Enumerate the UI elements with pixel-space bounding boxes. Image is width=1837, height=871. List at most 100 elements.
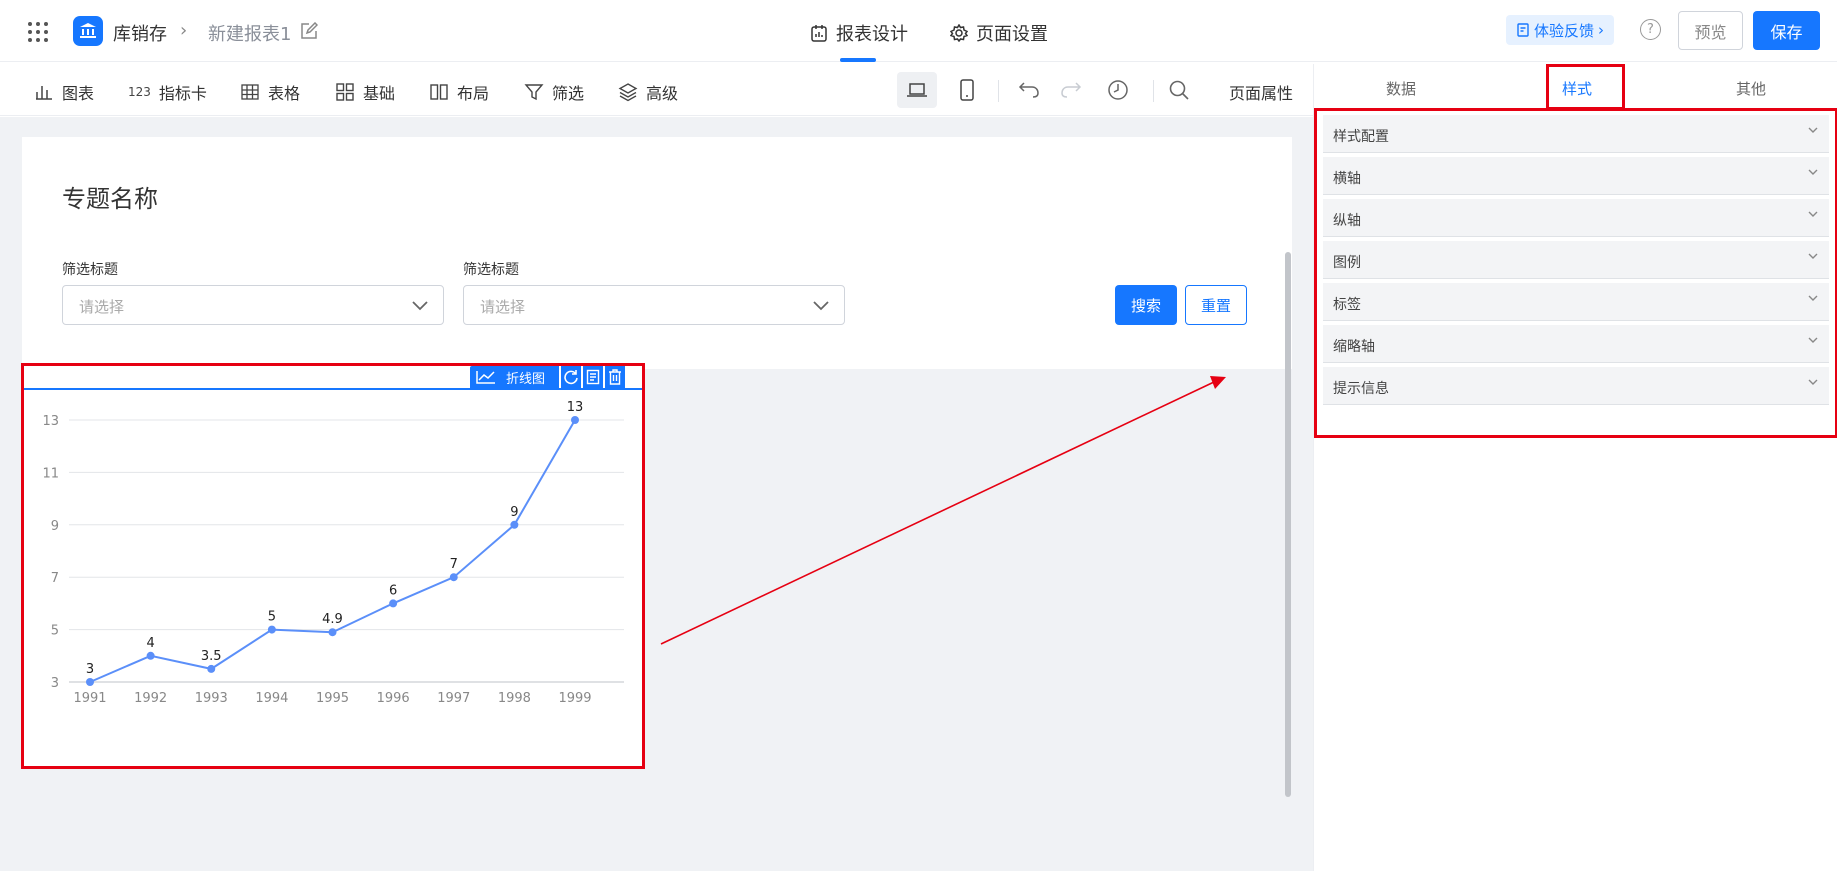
filter-select[interactable]: 请选择 <box>62 285 444 325</box>
data-point <box>389 599 398 608</box>
canvas-scrollbar[interactable] <box>1285 252 1291 797</box>
data-point <box>328 628 337 637</box>
reset-button[interactable]: 重置 <box>1185 285 1247 325</box>
bar-chart-icon <box>36 86 52 100</box>
x-tick-label: 1991 <box>73 691 106 706</box>
desktop-view-button[interactable] <box>897 72 937 108</box>
grid-blocks-icon <box>336 83 354 101</box>
data-point <box>207 664 216 673</box>
layers-icon <box>618 83 638 102</box>
filter-select[interactable]: 请选择 <box>463 285 845 325</box>
section-label: 横轴 <box>1333 171 1361 187</box>
chevron-right-icon: › <box>1598 21 1605 39</box>
bank-icon <box>73 16 103 46</box>
copy-icon[interactable] <box>583 366 604 388</box>
mobile-icon <box>960 79 974 101</box>
data-label: 3.5 <box>201 649 222 664</box>
style-section[interactable]: 图例 <box>1323 241 1829 279</box>
toolbar-table[interactable]: 表格 <box>240 80 300 104</box>
data-label: 4 <box>146 636 154 651</box>
report-name: 新建报表1 <box>208 24 292 45</box>
filter-title: 筛选标题 <box>463 262 519 278</box>
toolbar-kpi-card[interactable]: 123 指标卡 <box>128 80 207 104</box>
chevron-down-icon <box>1808 211 1818 217</box>
data-label: 4.9 <box>322 612 343 627</box>
refresh-icon[interactable] <box>561 366 582 388</box>
data-point <box>571 416 579 424</box>
panel-tab-other[interactable]: 其他 <box>1736 78 1766 99</box>
data-label: 9 <box>510 505 518 520</box>
preview-button[interactable]: 预览 <box>1678 11 1743 50</box>
select-placeholder: 请选择 <box>79 298 125 316</box>
style-section[interactable]: 提示信息 <box>1323 367 1829 405</box>
toolbar-chart[interactable]: 图表 <box>34 80 94 104</box>
toolbar-advanced[interactable]: 高级 <box>618 80 678 104</box>
chart-widget-toolbar: 折线图 <box>470 366 626 388</box>
chevron-down-icon <box>1808 253 1818 259</box>
x-tick-label: 1992 <box>134 691 167 706</box>
data-point <box>86 678 94 686</box>
data-point <box>510 520 519 529</box>
select-placeholder: 请选择 <box>480 298 526 316</box>
section-label: 图例 <box>1333 255 1361 271</box>
x-tick-label: 1997 <box>437 691 470 706</box>
app-name[interactable]: 库销存 <box>113 20 167 46</box>
data-label: 7 <box>450 557 458 572</box>
help-icon[interactable]: ? <box>1640 19 1661 40</box>
toolbar-label: 布局 <box>457 84 490 103</box>
panel-tab-data[interactable]: 数据 <box>1386 78 1416 99</box>
data-point <box>146 651 155 660</box>
filter-title: 筛选标题 <box>62 262 118 278</box>
search-icon[interactable] <box>1167 78 1191 102</box>
apps-grid-icon[interactable] <box>28 22 48 42</box>
delete-icon[interactable] <box>605 366 626 388</box>
search-button[interactable]: 搜索 <box>1115 285 1177 325</box>
toolbar-basic[interactable]: 基础 <box>335 80 395 104</box>
x-tick-label: 1993 <box>195 691 228 706</box>
undo-icon[interactable] <box>1017 78 1041 102</box>
chevron-down-icon <box>1808 379 1818 385</box>
style-section[interactable]: 缩略轴 <box>1323 325 1829 363</box>
section-label: 标签 <box>1333 297 1361 313</box>
toolbar-label: 基础 <box>363 84 396 103</box>
calendar-chart-icon <box>811 25 827 42</box>
feedback-icon <box>1517 23 1529 37</box>
toolbar-layout[interactable]: 布局 <box>429 80 489 104</box>
style-section[interactable]: 纵轴 <box>1323 199 1829 237</box>
chevron-down-icon <box>1808 337 1818 343</box>
history-clock-icon[interactable] <box>1106 78 1130 102</box>
x-tick-label: 1994 <box>255 691 288 706</box>
mobile-view-button[interactable] <box>947 72 987 108</box>
toolbar-filter[interactable]: 筛选 <box>524 80 584 104</box>
tab-label: 报表设计 <box>836 24 908 45</box>
series-line <box>89 419 576 683</box>
page-properties-button[interactable]: 页面属性 <box>1229 80 1293 104</box>
line-chart-widget[interactable]: 折线图 3 5 7 9 11 13 1991 1992 1993 1994 1995 1996 1997… <box>21 363 645 769</box>
data-label: 6 <box>389 583 397 598</box>
toolbar-label: 指标卡 <box>158 84 207 103</box>
breadcrumb-separator-icon: › <box>180 20 188 41</box>
chevron-down-icon <box>412 301 428 311</box>
section-label: 纵轴 <box>1333 213 1361 229</box>
section-label: 缩略轴 <box>1333 339 1375 355</box>
tab-report-design[interactable]: 报表设计 <box>810 20 908 62</box>
tab-page-settings[interactable]: 页面设置 <box>950 20 1048 46</box>
toolbar-divider <box>1153 80 1154 102</box>
property-panel: 数据 样式 其他 样式配置 横轴 纵轴 图例 标签 缩略轴 提示信息 <box>1313 64 1837 871</box>
laptop-icon <box>907 83 927 97</box>
style-section[interactable]: 样式配置 <box>1323 115 1829 153</box>
style-section[interactable]: 标签 <box>1323 283 1829 321</box>
style-section[interactable]: 横轴 <box>1323 157 1829 195</box>
chart-type-button[interactable]: 折线图 <box>470 366 560 388</box>
y-tick-label: 3 <box>51 676 59 691</box>
x-tick-label: 1999 <box>558 691 591 706</box>
redo-icon[interactable] <box>1059 78 1083 102</box>
page-title[interactable]: 专题名称 <box>62 179 158 214</box>
edit-icon[interactable] <box>300 21 319 44</box>
table-icon <box>241 84 259 100</box>
funnel-icon <box>524 84 544 101</box>
save-button[interactable]: 保存 <box>1753 11 1820 50</box>
y-tick-label: 7 <box>51 571 59 586</box>
feedback-button[interactable]: 体验反馈 › <box>1506 15 1615 45</box>
toolbar-label: 筛选 <box>552 84 585 103</box>
